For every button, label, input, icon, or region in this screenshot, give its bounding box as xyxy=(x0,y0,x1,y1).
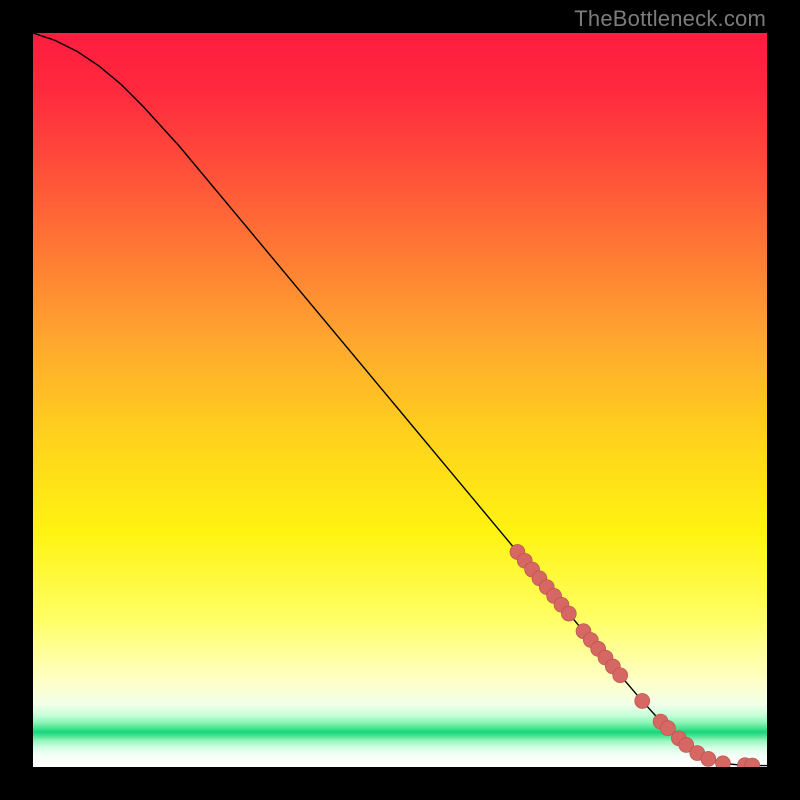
watermark-text: TheBottleneck.com xyxy=(574,6,766,32)
bottleneck-curve xyxy=(33,33,767,766)
plot-area xyxy=(33,33,767,767)
curve-layer xyxy=(33,33,767,767)
data-marker xyxy=(715,756,730,767)
data-marker xyxy=(635,693,650,708)
chart-frame: TheBottleneck.com xyxy=(0,0,800,800)
marker-group xyxy=(510,544,760,767)
data-marker xyxy=(561,606,576,621)
data-marker xyxy=(701,751,716,766)
data-marker xyxy=(613,668,628,683)
